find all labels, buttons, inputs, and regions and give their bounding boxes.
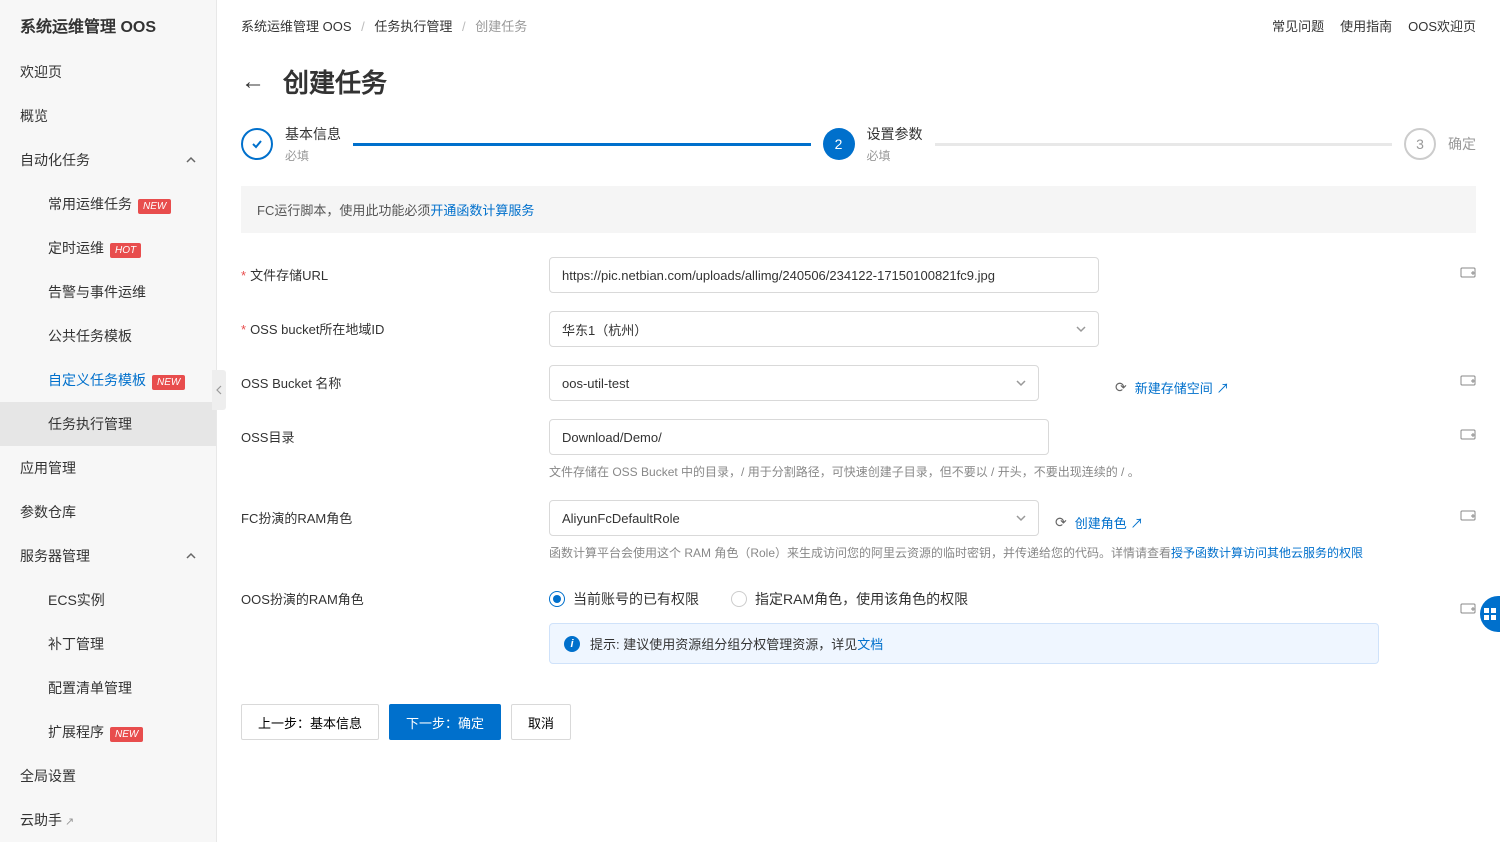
sidebar-item-overview[interactable]: 概览 — [0, 94, 216, 138]
radio-specify-role[interactable]: 指定RAM角色，使用该角色的权限 — [731, 589, 968, 609]
step-1[interactable]: 基本信息 必填 — [241, 124, 341, 164]
sidebar-item-extensions[interactable]: 扩展程序NEW — [0, 710, 216, 754]
sidebar-item-param-store[interactable]: 参数仓库 — [0, 490, 216, 534]
step-3[interactable]: 3 确定 — [1404, 128, 1476, 160]
step-2-sub: 必填 — [867, 147, 923, 164]
sidebar: 系统运维管理 OOS 欢迎页 概览 自动化任务 常用运维任务NEW 定时运维HO… — [0, 0, 217, 842]
input-file-url[interactable] — [549, 257, 1099, 293]
add-row-icon[interactable] — [1460, 265, 1476, 284]
add-row-icon[interactable] — [1460, 427, 1476, 446]
breadcrumb-parent[interactable]: 任务执行管理 — [374, 19, 452, 34]
back-button[interactable]: ← — [241, 68, 265, 96]
reload-icon[interactable]: ⟳ — [1055, 514, 1067, 531]
notice-link[interactable]: 开通函数计算服务 — [430, 203, 534, 218]
help-dir: 文件存储在 OSS Bucket 中的目录，/ 用于分割路径，可快速创建子目录，… — [549, 463, 1249, 482]
external-link-icon: ↗ — [65, 816, 74, 828]
sidebar-item-alarm-ops[interactable]: 告警与事件运维 — [0, 270, 216, 314]
sidebar-item-welcome[interactable]: 欢迎页 — [0, 50, 216, 94]
cancel-button[interactable]: 取消 — [511, 704, 571, 740]
sidebar-collapse-button[interactable] — [212, 370, 226, 410]
select-region[interactable]: 华东1（杭州） — [549, 311, 1099, 347]
chevron-up-icon — [186, 155, 196, 165]
sidebar-item-global-settings[interactable]: 全局设置 — [0, 754, 216, 798]
page-title: 创建任务 — [283, 63, 387, 100]
help-fc-role: 函数计算平台会使用这个 RAM 角色（Role）来生成访问您的阿里云资源的临时密… — [549, 544, 1449, 563]
chevron-down-icon — [1076, 324, 1086, 334]
step-2-circle: 2 — [823, 128, 855, 160]
radio-current-account[interactable]: 当前账号的已有权限 — [549, 589, 699, 609]
chevron-left-icon — [216, 385, 222, 395]
input-dir[interactable] — [549, 419, 1049, 455]
add-row-icon[interactable] — [1460, 508, 1476, 527]
link-guide[interactable]: 使用指南 — [1340, 16, 1392, 35]
reload-icon[interactable]: ⟳ — [1115, 379, 1127, 396]
sidebar-item-inventory[interactable]: 配置清单管理 — [0, 666, 216, 710]
sidebar-item-ecs[interactable]: ECS实例 — [0, 578, 216, 622]
link-fc-permissions[interactable]: 授予函数计算访问其他云服务的权限 — [1171, 546, 1363, 560]
sidebar-item-server-management[interactable]: 服务器管理 — [0, 534, 216, 578]
breadcrumb: 系统运维管理 OOS / 任务执行管理 / 创建任务 — [241, 16, 527, 35]
label-file-url: 文件存储URL — [250, 268, 328, 283]
chevron-down-icon — [1016, 513, 1026, 523]
select-fc-role[interactable]: AliyunFcDefaultRole — [549, 500, 1039, 536]
info-tip: i 提示: 建议使用资源组分组分权管理资源，详见文档 — [549, 623, 1379, 664]
sidebar-item-common-ops[interactable]: 常用运维任务NEW — [0, 182, 216, 226]
step-2[interactable]: 2 设置参数 必填 — [823, 124, 923, 164]
external-link-icon: ↗ — [1216, 381, 1229, 396]
sidebar-item-cloud-assistant[interactable]: 云助手↗ — [0, 798, 216, 842]
radio-icon — [731, 591, 747, 607]
breadcrumb-root[interactable]: 系统运维管理 OOS — [241, 19, 352, 34]
chevron-down-icon — [1016, 378, 1026, 388]
chevron-up-icon — [186, 551, 196, 561]
label-bucket: OSS Bucket 名称 — [241, 376, 341, 391]
stepper: 基本信息 必填 2 设置参数 必填 3 确定 — [241, 124, 1476, 164]
main-content: 系统运维管理 OOS / 任务执行管理 / 创建任务 常见问题 使用指南 OOS… — [217, 0, 1500, 842]
add-row-icon[interactable] — [1460, 373, 1476, 392]
add-row-icon[interactable] — [1460, 601, 1476, 620]
label-region: OSS bucket所在地域ID — [250, 322, 384, 337]
select-bucket[interactable]: oos-util-test — [549, 365, 1039, 401]
step-2-title: 设置参数 — [867, 124, 923, 144]
sidebar-title: 系统运维管理 OOS — [0, 0, 216, 50]
step-3-circle: 3 — [1404, 128, 1436, 160]
step-1-sub: 必填 — [285, 147, 341, 164]
sidebar-item-app-management[interactable]: 应用管理 — [0, 446, 216, 490]
grid-icon — [1483, 607, 1497, 621]
info-icon: i — [564, 636, 580, 652]
breadcrumb-current: 创建任务 — [475, 19, 527, 34]
link-welcome[interactable]: OOS欢迎页 — [1408, 16, 1476, 35]
link-create-role[interactable]: 创建角色 ↗ — [1075, 513, 1144, 532]
step-1-title: 基本信息 — [285, 124, 341, 144]
link-create-bucket[interactable]: 新建存储空间 ↗ — [1135, 378, 1230, 397]
notice-bar: FC运行脚本，使用此功能必须开通函数计算服务 — [241, 186, 1476, 233]
label-fc-role: FC扮演的RAM角色 — [241, 511, 352, 526]
sidebar-item-scheduled-ops[interactable]: 定时运维HOT — [0, 226, 216, 270]
sidebar-item-public-templates[interactable]: 公共任务模板 — [0, 314, 216, 358]
check-icon — [241, 128, 273, 160]
radio-icon — [549, 591, 565, 607]
step-3-title: 确定 — [1448, 134, 1476, 154]
next-button[interactable]: 下一步：确定 — [389, 704, 501, 740]
sidebar-item-patch[interactable]: 补丁管理 — [0, 622, 216, 666]
prev-button[interactable]: 上一步：基本信息 — [241, 704, 379, 740]
link-docs[interactable]: 文档 — [857, 637, 883, 652]
sidebar-item-automation[interactable]: 自动化任务 — [0, 138, 216, 182]
label-oos-role: OOS扮演的RAM角色 — [241, 592, 364, 607]
sidebar-item-task-management[interactable]: 任务执行管理 — [0, 402, 216, 446]
label-dir: OSS目录 — [241, 430, 294, 445]
external-link-icon: ↗ — [1130, 516, 1143, 531]
link-faq[interactable]: 常见问题 — [1272, 16, 1324, 35]
sidebar-item-custom-templates[interactable]: 自定义任务模板NEW — [0, 358, 216, 402]
